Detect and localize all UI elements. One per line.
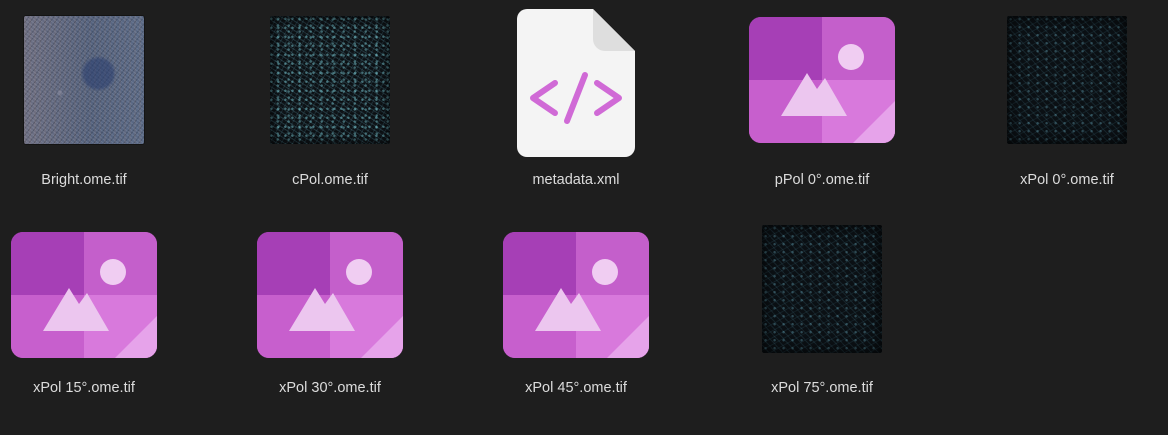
image-file-icon [503, 232, 649, 358]
file-thumbnail [722, 5, 922, 155]
file-item[interactable]: xPol 0°.ome.tif [967, 5, 1167, 205]
file-name-label: xPol 15°.ome.tif [33, 380, 135, 396]
photo-thumbnail-icon [270, 16, 390, 144]
file-item[interactable]: xPol 15°.ome.tif [0, 220, 184, 420]
file-name-label: metadata.xml [532, 172, 620, 188]
file-thumbnail [476, 5, 676, 155]
file-name-label: xPol 30°.ome.tif [279, 380, 381, 396]
file-item[interactable]: xPol 30°.ome.tif [230, 220, 430, 420]
file-name-label: xPol 0°.ome.tif [1020, 172, 1114, 188]
file-item[interactable]: pPol 0°.ome.tif [722, 5, 922, 205]
file-thumbnail [476, 220, 676, 370]
file-item[interactable]: cPol.ome.tif [230, 5, 430, 205]
file-grid: Bright.ome.tif cPol.ome.tif metadata.xml… [0, 0, 1168, 435]
file-item[interactable]: xPol 75°.ome.tif [722, 214, 922, 414]
image-file-icon [11, 232, 157, 358]
file-thumbnail [967, 5, 1167, 155]
file-thumbnail [722, 214, 922, 364]
file-name-label: xPol 75°.ome.tif [771, 380, 873, 396]
file-thumbnail [0, 5, 184, 155]
file-item[interactable]: Bright.ome.tif [0, 5, 184, 205]
file-name-label: cPol.ome.tif [292, 172, 368, 188]
photo-thumbnail-icon [762, 225, 882, 353]
photo-thumbnail-icon [1007, 16, 1127, 144]
file-item[interactable]: xPol 45°.ome.tif [476, 220, 676, 420]
file-thumbnail [230, 5, 430, 155]
image-file-icon [749, 17, 895, 143]
image-file-icon [257, 232, 403, 358]
photo-thumbnail-icon [24, 16, 144, 144]
file-name-label: pPol 0°.ome.tif [774, 172, 870, 188]
file-thumbnail [230, 220, 430, 370]
xml-file-icon [517, 9, 635, 157]
file-item[interactable]: metadata.xml [476, 5, 676, 205]
file-name-label: Bright.ome.tif [41, 172, 127, 188]
file-thumbnail [0, 220, 184, 370]
file-name-label: xPol 45°.ome.tif [525, 380, 627, 396]
